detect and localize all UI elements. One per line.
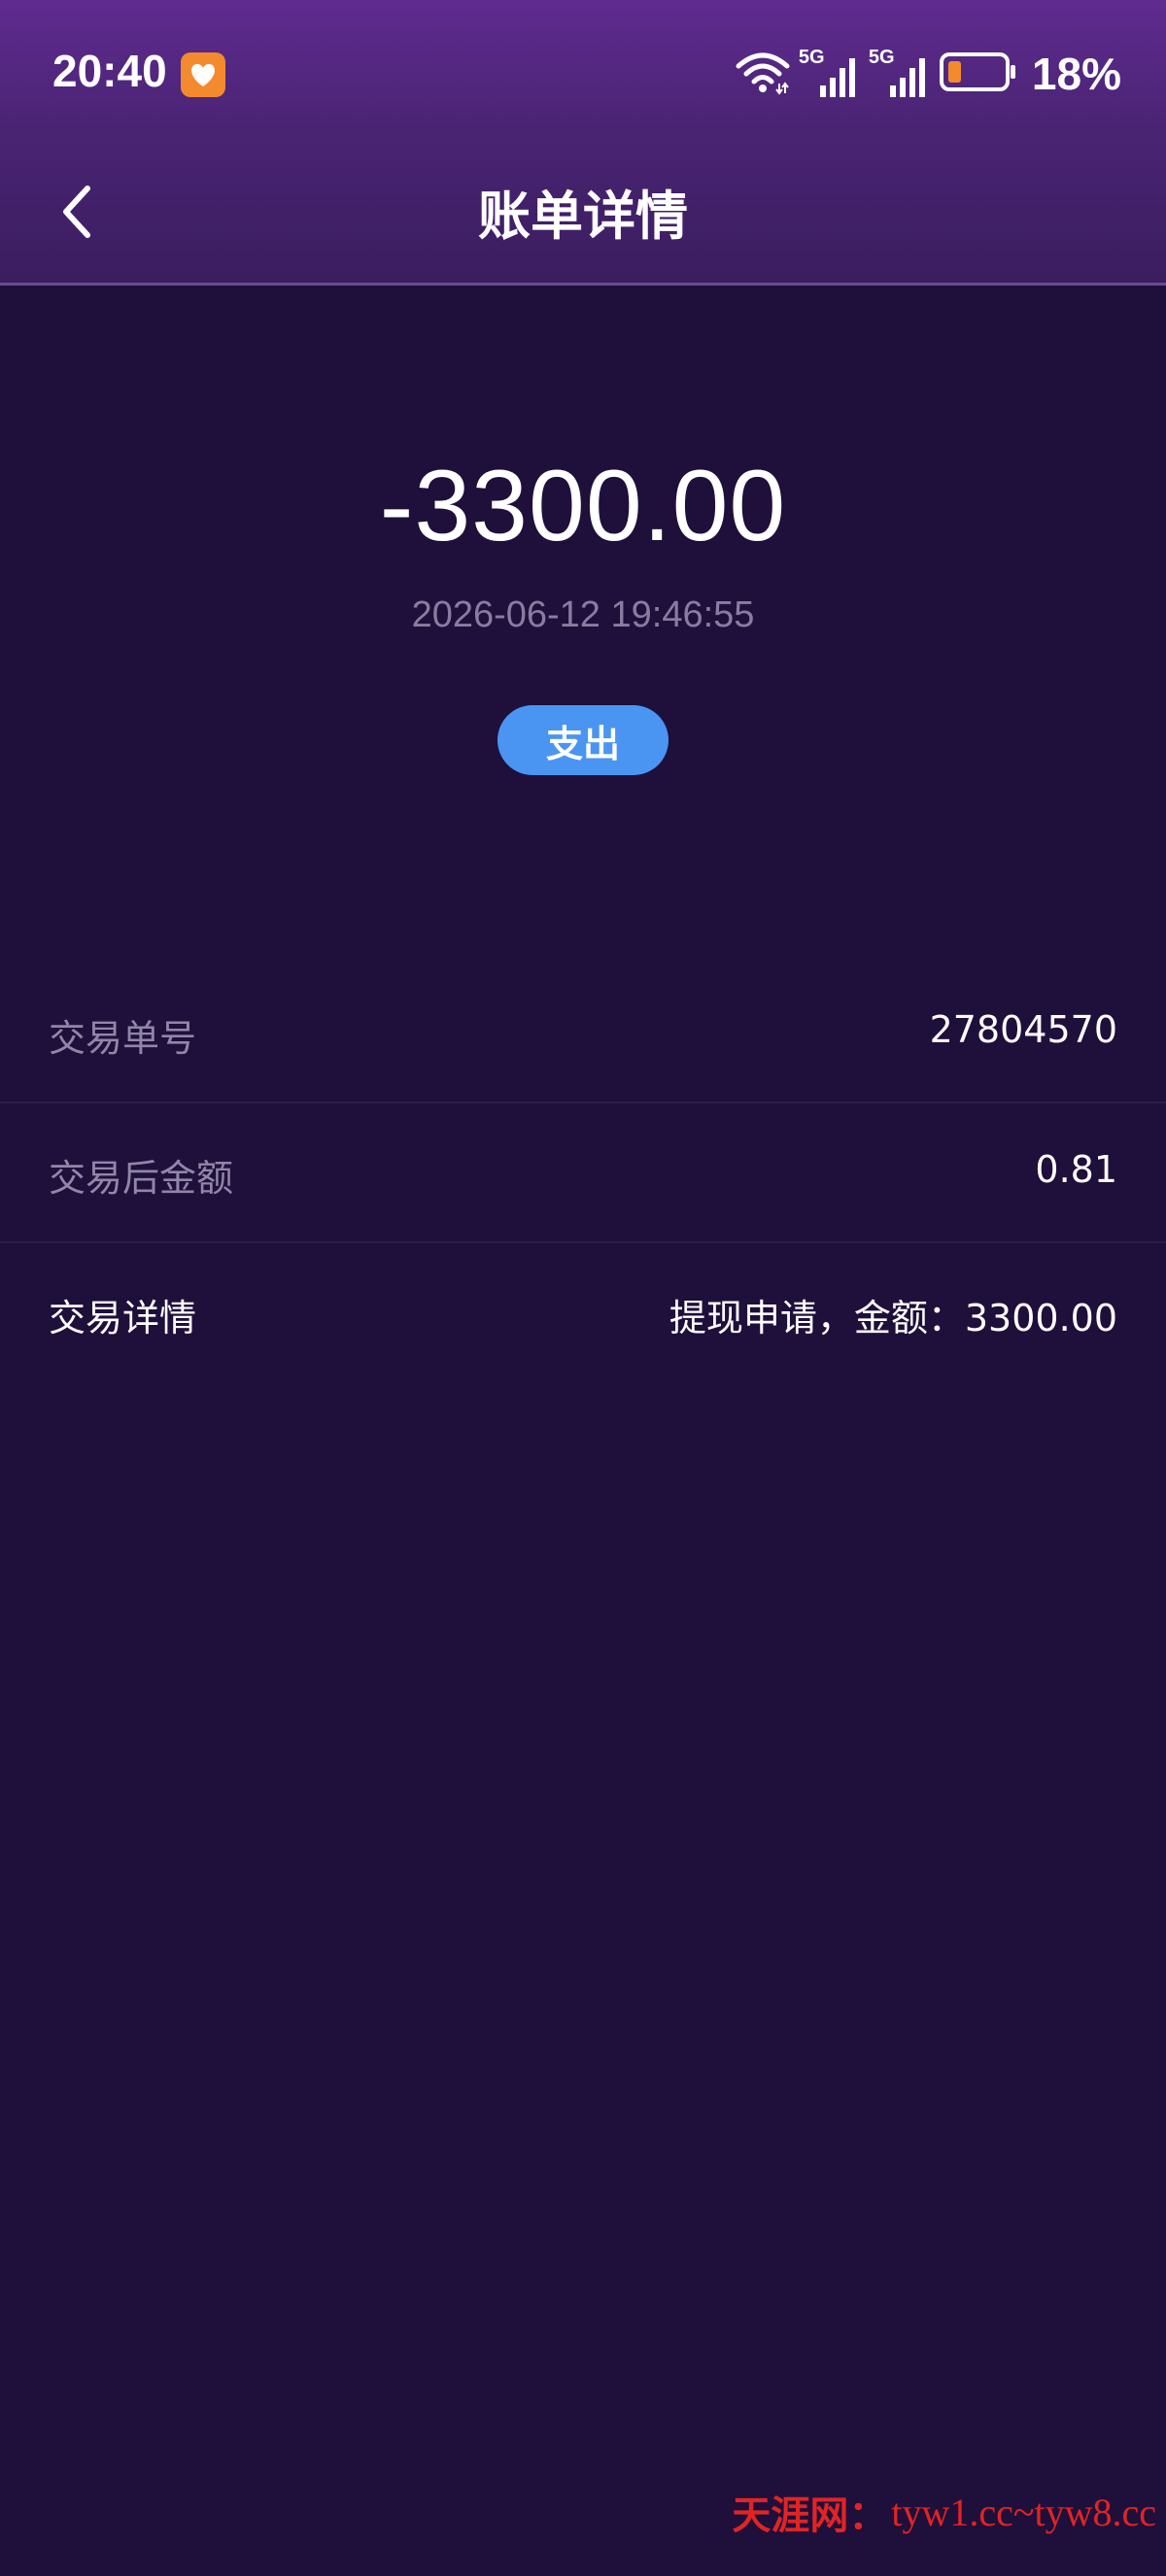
detail-row-balance-after: 交易后金额 0.81	[0, 1103, 1166, 1243]
transaction-summary: -3300.00 2026-06-12 19:46:55 支出	[0, 286, 1166, 966]
nav-bar: 账单详情	[0, 146, 1166, 283]
wifi-icon	[735, 49, 791, 99]
detail-row-order-id: 交易单号 27804570	[0, 964, 1166, 1103]
top-bar: 20:40 5G 5G 18% 账单详情	[0, 0, 1166, 286]
watermark: 天涯网： tyw1.cc~tyw8.cc	[732, 2483, 1156, 2541]
status-bar: 20:40 5G 5G 18%	[0, 0, 1166, 146]
watermark-url: tyw1.cc~tyw8.cc	[891, 2490, 1156, 2534]
signal-bars-icon: 5G	[799, 47, 861, 99]
watermark-brand: 天涯网：	[732, 2492, 888, 2538]
detail-row-description: 交易详情 提现申请，金额：3300.00	[0, 1243, 1166, 1383]
battery-percent: 18%	[1031, 49, 1121, 99]
page-title: 账单详情	[478, 186, 688, 247]
transaction-type-badge: 支出	[497, 705, 669, 775]
battery-icon	[939, 51, 1018, 97]
status-icons: 5G 5G 18%	[735, 47, 1121, 101]
heart-app-icon	[181, 52, 225, 97]
transaction-datetime: 2026-06-12 19:46:55	[411, 594, 755, 635]
signal-bars-icon-2: 5G	[869, 47, 931, 99]
status-time: 20:40	[52, 46, 167, 96]
transaction-details: 交易单号 27804570 交易后金额 0.81 交易详情 提现申请，金额：33…	[0, 964, 1166, 1383]
detail-label: 交易后金额	[49, 1157, 234, 1200]
transaction-amount: -3300.00	[379, 450, 787, 562]
detail-value: 0.81	[1035, 1148, 1117, 1191]
detail-value: 提现申请，金额：3300.00	[669, 1297, 1117, 1339]
detail-value: 27804570	[929, 1008, 1117, 1051]
detail-label: 交易单号	[49, 1017, 197, 1060]
detail-label: 交易详情	[49, 1297, 197, 1339]
